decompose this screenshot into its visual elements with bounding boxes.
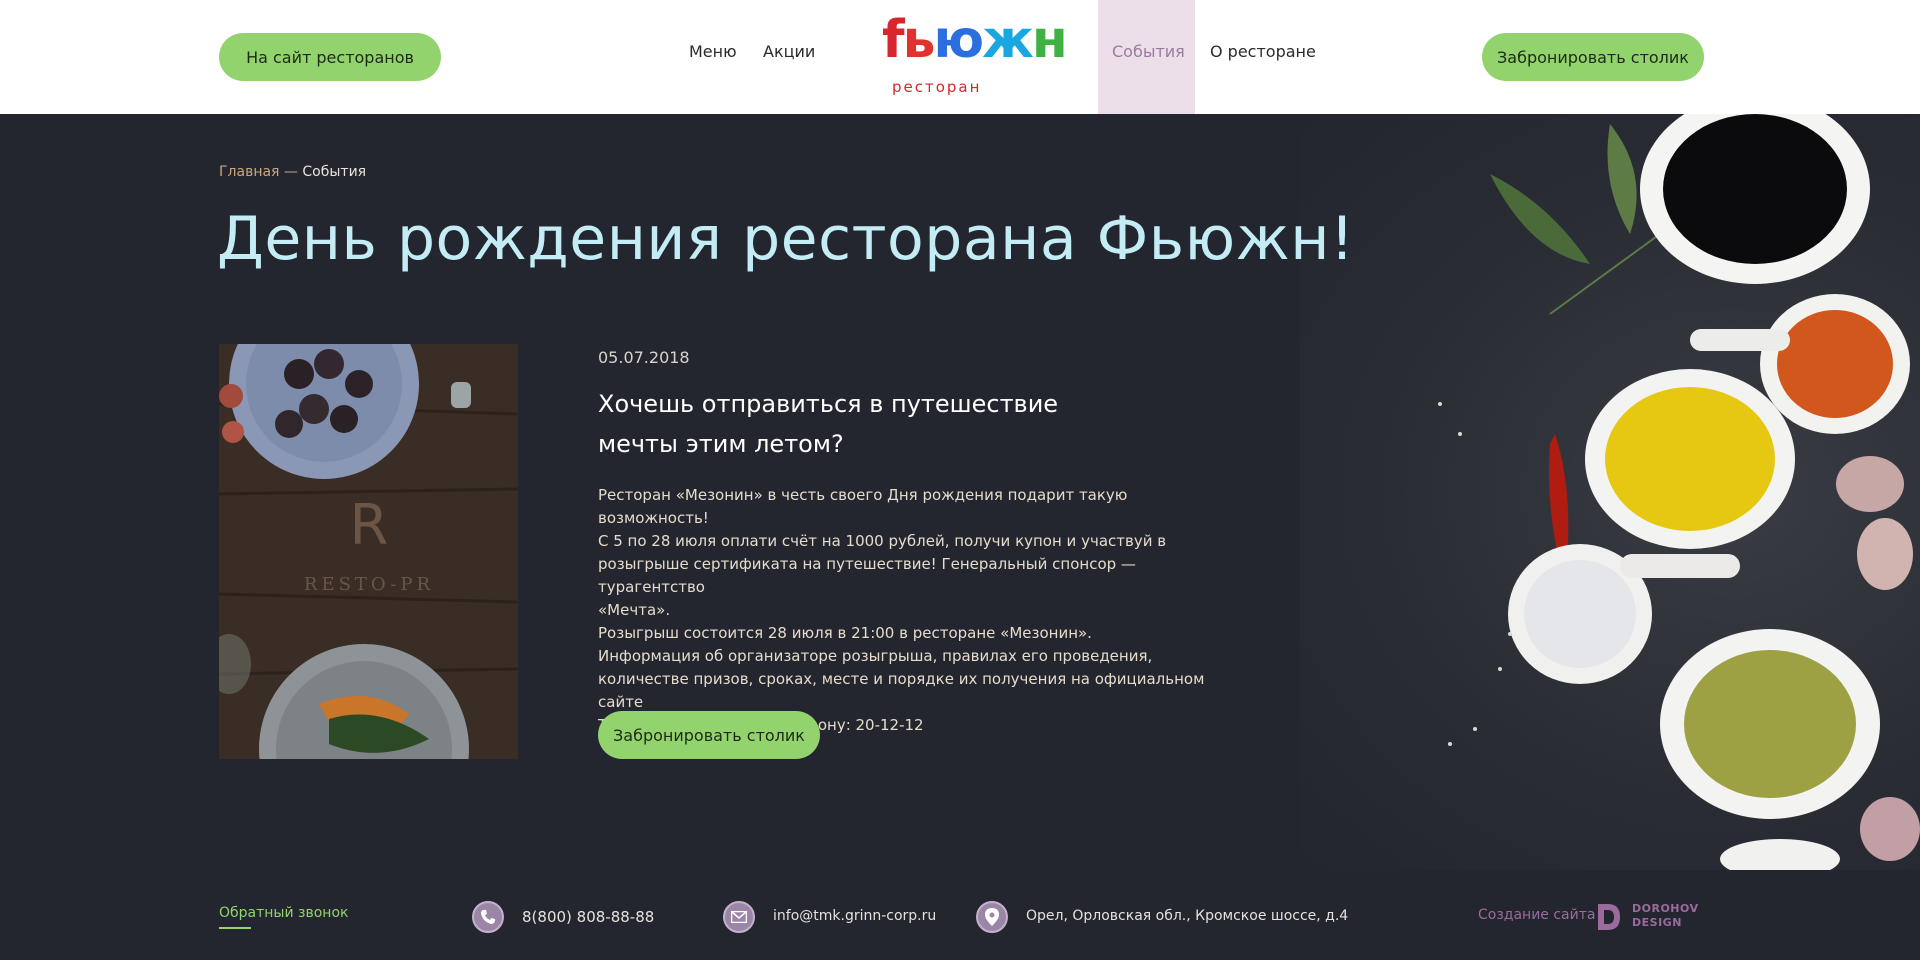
- logo-subtitle: ресторан: [892, 78, 982, 96]
- nav-events[interactable]: События: [1112, 42, 1185, 61]
- logo-wordmark: fьюжн: [882, 10, 1068, 70]
- callback-link[interactable]: Обратный звонок: [219, 905, 348, 921]
- event-description-line: количестве призов, сроках, месте и поряд…: [598, 670, 1205, 711]
- credit-brand: DOROHOV DESIGN: [1632, 902, 1699, 930]
- breadcrumb-current: События: [302, 164, 367, 180]
- spices-illustration: [1438, 114, 1920, 870]
- site-header: На сайт ресторанов Меню Акции fьюжн рест…: [0, 0, 1920, 114]
- event-description-line: С 5 по 28 июля оплати счёт на 1000 рубле…: [598, 532, 1167, 550]
- event-hero: Главная — События День рождения ресторан…: [0, 114, 1920, 870]
- location-pin-icon: [976, 901, 1008, 933]
- footer-address: Орел, Орловская обл., Кромское шоссе, д.…: [1026, 908, 1349, 924]
- event-heading-line1: Хочешь отправиться в путешествие: [598, 390, 1059, 418]
- footer-email[interactable]: info@tmk.grinn-corp.ru: [773, 908, 936, 924]
- credit-text: Создание сайта -: [1478, 907, 1605, 923]
- footer-phone[interactable]: 8(800) 808-88-88: [522, 908, 654, 926]
- event-description-line: Ресторан «Мезонин» в честь своего Дня ро…: [598, 486, 1128, 527]
- spices-decor-image: [1300, 114, 1920, 870]
- site-footer: Обратный звонок 8(800) 808-88-88 info@tm…: [0, 870, 1920, 960]
- resto-pr-watermark: RESTO-PR: [304, 574, 434, 595]
- site-logo[interactable]: fьюжн ресторан: [882, 14, 1068, 100]
- page-title: День рождения ресторана Фьюжн!: [217, 204, 1355, 274]
- mail-icon: [723, 901, 755, 933]
- event-heading-line2: мечты этим летом?: [598, 430, 844, 458]
- event-description-line: розыгрыше сертификата на путешествие! Ге…: [598, 555, 1136, 596]
- nav-promo[interactable]: Акции: [763, 42, 815, 61]
- event-date: 05.07.2018: [598, 348, 690, 367]
- callback-underline: [219, 927, 251, 929]
- event-description: Ресторан «Мезонин» в честь своего Дня ро…: [598, 484, 1218, 737]
- event-photo: R RESTO-PR: [219, 344, 518, 759]
- credit-brand-line1: DOROHOV: [1632, 902, 1699, 915]
- event-description-line: Информация об организаторе розыгрыша, пр…: [598, 647, 1153, 665]
- credit-brand-line2: DESIGN: [1632, 916, 1682, 929]
- event-description-line: «Мечта».: [598, 601, 671, 619]
- event-heading: Хочешь отправиться в путешествие мечты э…: [598, 384, 1118, 464]
- nav-menu[interactable]: Меню: [689, 42, 737, 61]
- event-description-line: Розыгрыш состоится 28 июля в 21:00 в рес…: [598, 624, 1092, 642]
- dorohov-logo-icon[interactable]: DOROHOV DESIGN: [1596, 900, 1699, 934]
- breadcrumb: Главная — События: [219, 164, 366, 180]
- breadcrumb-home-link[interactable]: Главная: [219, 164, 279, 180]
- phone-icon: [472, 901, 504, 933]
- book-table-button[interactable]: Забронировать столик: [598, 711, 820, 759]
- nav-about[interactable]: О ресторане: [1210, 42, 1316, 61]
- breadcrumb-separator: —: [279, 164, 303, 180]
- event-photo-illustration: R RESTO-PR: [219, 344, 518, 759]
- restaurants-site-button[interactable]: На сайт ресторанов: [219, 33, 441, 81]
- resto-pr-watermark-R: R: [350, 493, 389, 558]
- book-table-header-button[interactable]: Забронировать столик: [1482, 33, 1704, 81]
